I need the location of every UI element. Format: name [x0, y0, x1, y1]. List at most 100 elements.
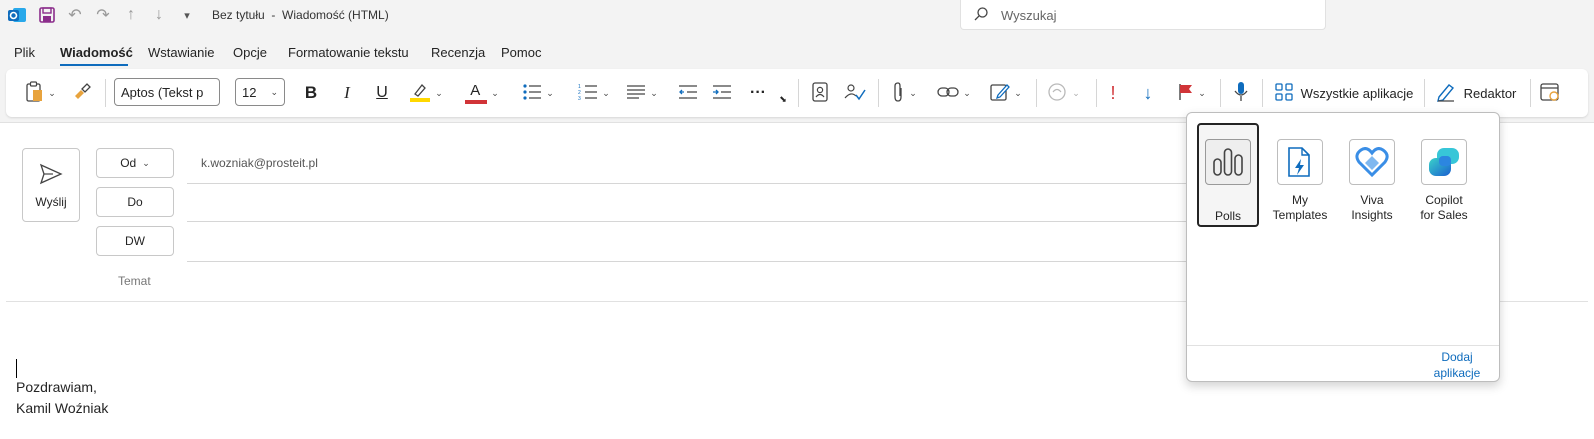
chevron-down-icon: ⌄ [963, 87, 971, 98]
menu-opcje[interactable]: Opcje [233, 45, 267, 60]
importance-low-button[interactable]: ↓ [1136, 69, 1160, 117]
save-icon[interactable] [36, 4, 58, 26]
increase-indent-button[interactable] [708, 69, 736, 117]
bullets-button[interactable]: ⌄ [514, 69, 562, 117]
align-icon [626, 84, 646, 103]
ribbon: ⌄ Aptos (Tekst p 12 ⌄ B I U ⌄ A ⌄ ⌄ 123 … [6, 69, 1588, 117]
window-title: Bez tytułu - Wiadomość (HTML) [212, 8, 389, 22]
svg-text:3: 3 [578, 96, 581, 101]
calendar-icon [1540, 82, 1560, 105]
follow-up-flag-button[interactable]: ⌄ [1170, 69, 1214, 117]
importance-high-button[interactable]: ! [1102, 69, 1124, 117]
cc-field[interactable] [187, 223, 1187, 259]
dialog-launcher-icon[interactable]: ⬊ [776, 89, 790, 109]
menu-formatowanie-tekstu[interactable]: Formatowanie tekstu [288, 45, 409, 60]
font-color-icon: A [465, 82, 488, 104]
decrease-indent-button[interactable] [674, 69, 702, 117]
font-color-swatch [465, 100, 488, 104]
undo-icon[interactable]: ↶ [64, 4, 86, 26]
app-name: Polls [1214, 209, 1241, 223]
menu-wiadomosc[interactable]: Wiadomość [60, 45, 133, 60]
address-book-icon [812, 81, 828, 105]
ribbon-separator [1424, 79, 1425, 107]
paste-button[interactable]: ⌄ [12, 69, 68, 117]
microphone-icon [1234, 81, 1248, 106]
subject-label: Temat [118, 274, 151, 288]
link-button[interactable]: ⌄ [930, 69, 978, 117]
font-size-combo[interactable]: 12 ⌄ [235, 78, 285, 106]
signature-button[interactable]: ⌄ [984, 69, 1028, 117]
customize-toolbar-icon[interactable]: ▾ [176, 4, 198, 26]
arrow-up-icon[interactable]: ↑ [120, 4, 142, 26]
underline-button[interactable]: U [369, 69, 395, 117]
ribbon-separator [1096, 79, 1097, 107]
send-button[interactable]: Wyślij [22, 148, 80, 222]
ribbon-separator [1530, 79, 1531, 107]
chevron-down-icon: ⌄ [546, 87, 554, 98]
bullet-list-icon [522, 83, 542, 104]
message-body[interactable] [6, 303, 1182, 437]
menu-wstawianie[interactable]: Wstawianie [148, 45, 214, 60]
all-apps-button[interactable]: Wszystkie aplikacje [1270, 69, 1418, 117]
copilot-chat-button[interactable]: ⌄ [1042, 69, 1084, 117]
menu-pomoc[interactable]: Pomoc [501, 45, 541, 60]
app-polls[interactable]: Polls [1197, 123, 1259, 227]
more-options-button[interactable]: ··· [742, 69, 774, 117]
from-email: k.wozniak@prosteit.pl [201, 156, 318, 170]
ribbon-separator [798, 79, 799, 107]
search-box[interactable]: Wyszukaj [960, 0, 1326, 30]
format-painter-button[interactable] [68, 69, 96, 117]
app-name-line-1: Copilot [1425, 193, 1463, 207]
app-name-line-2: Insights [1351, 208, 1393, 222]
outlook-logo-icon [6, 4, 28, 26]
check-names-icon [844, 82, 866, 105]
to-field[interactable] [187, 185, 1187, 221]
add-apps-link[interactable]: Dodaj aplikacje [1417, 349, 1497, 381]
dictate-button[interactable] [1228, 69, 1254, 117]
font-color-button[interactable]: A ⌄ [458, 69, 506, 117]
arrow-down-icon: ↓ [1143, 82, 1153, 103]
viva-insights-icon [1349, 139, 1395, 185]
polls-icon [1205, 139, 1251, 185]
app-name: Copilot for Sales [1405, 193, 1483, 223]
send-icon [39, 163, 63, 190]
chevron-down-icon: ⌄ [909, 87, 917, 98]
chevron-down-icon: ⌄ [142, 157, 150, 168]
address-book-button[interactable] [806, 69, 834, 117]
from-button[interactable]: Od ⌄ [96, 148, 174, 178]
align-button[interactable]: ⌄ [622, 69, 662, 117]
font-color-letter: A [470, 82, 481, 99]
field-divider [187, 261, 1187, 262]
send-label: Wyślij [35, 195, 67, 209]
editor-button[interactable]: Redaktor [1430, 69, 1522, 117]
numbering-button[interactable]: 123 ⌄ [570, 69, 618, 117]
bold-button[interactable]: B [298, 69, 324, 117]
highlight-button[interactable]: ⌄ [402, 69, 450, 117]
arrow-down-icon[interactable]: ↓ [148, 4, 170, 26]
attach-file-button[interactable]: ⌄ [884, 69, 924, 117]
app-name: My Templates [1261, 193, 1339, 223]
app-name: Viva Insights [1333, 193, 1411, 223]
app-name-line-1: My [1292, 193, 1308, 207]
subject-field[interactable] [187, 263, 1187, 299]
to-button[interactable]: Do [96, 187, 174, 217]
chevron-down-icon: ⌄ [491, 87, 499, 98]
scheduling-button[interactable] [1536, 69, 1564, 117]
app-my-templates[interactable]: My Templates [1269, 123, 1331, 227]
chevron-down-icon: ⌄ [1072, 87, 1080, 98]
ribbon-separator [1220, 79, 1221, 107]
field-divider [187, 183, 1187, 184]
italic-button[interactable]: I [334, 69, 360, 117]
menu-plik[interactable]: Plik [14, 45, 35, 60]
redo-icon[interactable]: ↷ [92, 4, 114, 26]
menu-recenzja[interactable]: Recenzja [431, 45, 485, 60]
chevron-down-icon: ⌄ [1014, 87, 1022, 98]
chevron-down-icon: ⌄ [48, 87, 56, 98]
app-viva-insights[interactable]: Viva Insights [1341, 123, 1403, 227]
link-icon [937, 85, 959, 102]
cc-button[interactable]: DW [96, 226, 174, 256]
app-copilot-for-sales[interactable]: Copilot for Sales [1413, 123, 1475, 227]
chevron-down-icon: ⌄ [270, 86, 278, 97]
font-name-combo[interactable]: Aptos (Tekst p [114, 78, 220, 106]
check-names-button[interactable] [838, 69, 872, 117]
